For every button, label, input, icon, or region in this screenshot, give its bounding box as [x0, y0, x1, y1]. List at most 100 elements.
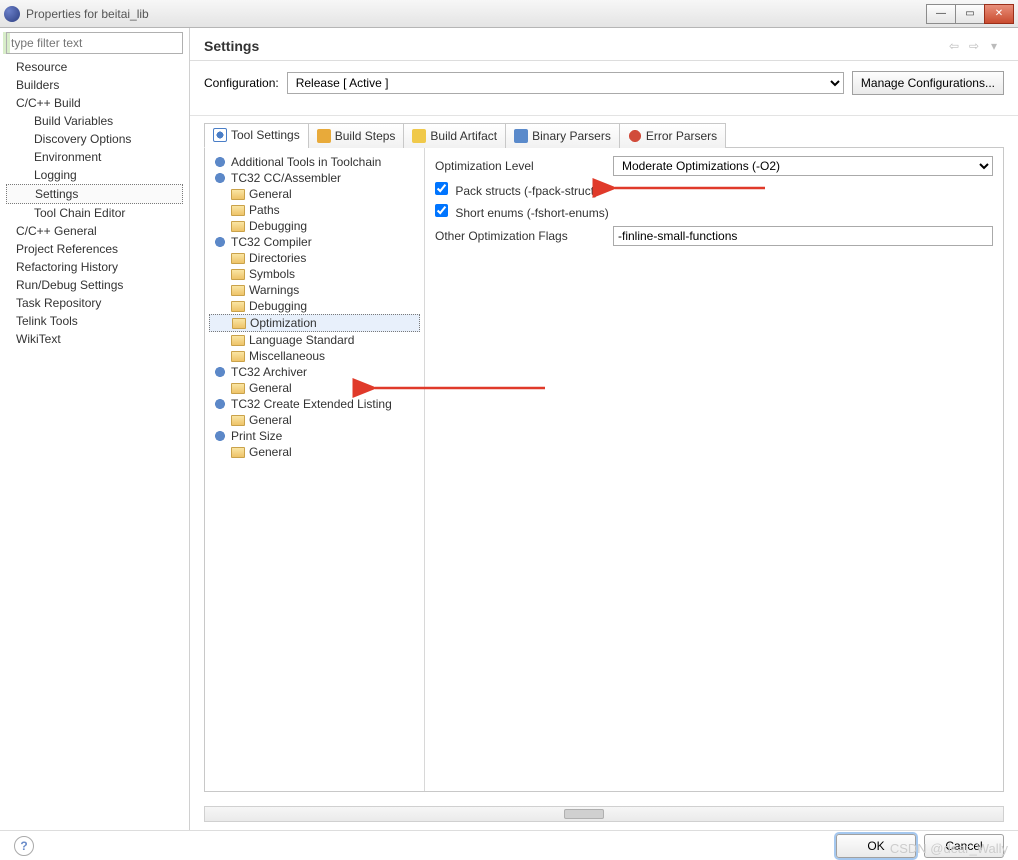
nav-item[interactable]: Builders — [6, 76, 183, 94]
left-pane: ResourceBuildersC/C++ BuildBuild Variabl… — [0, 28, 190, 830]
other-flags-label: Other Optimization Flags — [435, 229, 605, 243]
bottom-bar: ? OK Cancel — [0, 830, 1018, 860]
tab-binary-parsers[interactable]: Binary Parsers — [505, 123, 620, 148]
nav-item[interactable]: Project References — [6, 240, 183, 258]
tree-item-label: TC32 CC/Assembler — [231, 171, 341, 185]
pack-structs-label: Pack structs (-fpack-struct) — [455, 184, 598, 198]
nav-item[interactable]: Settings — [6, 184, 183, 204]
manage-configurations-button[interactable]: Manage Configurations... — [852, 71, 1004, 95]
folder-icon — [231, 269, 245, 280]
nav-item[interactable]: Run/Debug Settings — [6, 276, 183, 294]
tree-item-label: Warnings — [249, 283, 299, 297]
minimize-button[interactable]: — — [926, 4, 956, 24]
short-enums-checkbox-row[interactable]: Short enums (-fshort-enums) — [435, 204, 609, 220]
nav-item[interactable]: Tool Chain Editor — [6, 204, 183, 222]
tab-build-steps[interactable]: Build Steps — [308, 123, 405, 148]
tree-item-label: TC32 Archiver — [231, 365, 307, 379]
title-bar: Properties for beitai_lib — ▭ ✕ — [0, 0, 1018, 28]
tab-label: Build Artifact — [430, 129, 497, 143]
nav-item[interactable]: Task Repository — [6, 294, 183, 312]
nav-item[interactable]: Environment — [6, 148, 183, 166]
tree-item[interactable]: General — [209, 186, 420, 202]
tree-item[interactable]: TC32 CC/Assembler — [209, 170, 420, 186]
tree-item-label: Additional Tools in Toolchain — [231, 155, 381, 169]
tree-item-label: Optimization — [250, 316, 317, 330]
nav-item[interactable]: Refactoring History — [6, 258, 183, 276]
nav-item[interactable]: Discovery Options — [6, 130, 183, 148]
tree-item[interactable]: TC32 Compiler — [209, 234, 420, 250]
tree-item[interactable]: Paths — [209, 202, 420, 218]
tree-item[interactable]: General — [209, 444, 420, 460]
tree-item[interactable]: Additional Tools in Toolchain — [209, 154, 420, 170]
tool-settings-tree: Additional Tools in Toolchain TC32 CC/Ass… — [205, 148, 425, 791]
help-icon[interactable]: ? — [14, 836, 34, 856]
tab-label: Error Parsers — [646, 129, 717, 143]
nav-item[interactable]: C/C++ General — [6, 222, 183, 240]
tree-item[interactable]: Print Size — [209, 428, 420, 444]
tab-error-parsers[interactable]: Error Parsers — [619, 123, 726, 148]
menu-down-icon[interactable]: ▾ — [986, 39, 1002, 53]
gear-icon — [213, 171, 227, 185]
art-icon — [412, 129, 426, 143]
tree-item-label: Miscellaneous — [249, 349, 325, 363]
folder-icon — [232, 318, 246, 329]
folder-icon — [231, 205, 245, 216]
configuration-label: Configuration: — [204, 76, 279, 90]
short-enums-label: Short enums (-fshort-enums) — [455, 206, 608, 220]
filter-input[interactable] — [6, 32, 183, 54]
nav-item[interactable]: Logging — [6, 166, 183, 184]
tree-item[interactable]: Directories — [209, 250, 420, 266]
page-header: Settings ⇦ ⇨ ▾ — [190, 28, 1018, 61]
nav-item[interactable]: C/C++ Build — [6, 94, 183, 112]
folder-icon — [231, 415, 245, 426]
optimization-level-select[interactable]: Moderate Optimizations (-O2) — [613, 156, 993, 176]
back-icon[interactable]: ⇦ — [946, 39, 962, 53]
pack-structs-checkbox-row[interactable]: Pack structs (-fpack-struct) — [435, 182, 598, 198]
short-enums-checkbox[interactable] — [435, 204, 448, 217]
tree-item-label: Debugging — [249, 299, 307, 313]
nav-item[interactable]: Resource — [6, 58, 183, 76]
optimization-level-label: Optimization Level — [435, 159, 605, 173]
tree-item[interactable]: General — [209, 412, 420, 428]
tab-content: Additional Tools in Toolchain TC32 CC/Ass… — [204, 148, 1004, 792]
tree-item-label: Paths — [249, 203, 280, 217]
gear-icon — [213, 429, 227, 443]
nav-item[interactable]: Telink Tools — [6, 312, 183, 330]
tree-item-label: Language Standard — [249, 333, 354, 347]
tab-build-artifact[interactable]: Build Artifact — [403, 123, 506, 148]
folder-icon — [231, 351, 245, 362]
nav-item[interactable]: Build Variables — [6, 112, 183, 130]
other-flags-input[interactable] — [613, 226, 993, 246]
close-button[interactable]: ✕ — [984, 4, 1014, 24]
page-title: Settings — [204, 38, 944, 54]
tree-item[interactable]: Debugging — [209, 298, 420, 314]
tree-item[interactable]: Optimization — [209, 314, 420, 332]
tree-item-label: General — [249, 413, 292, 427]
pack-structs-checkbox[interactable] — [435, 182, 448, 195]
tree-item[interactable]: Language Standard — [209, 332, 420, 348]
configuration-select[interactable]: Release [ Active ] — [287, 72, 844, 94]
folder-icon — [231, 383, 245, 394]
tree-item-label: Print Size — [231, 429, 282, 443]
tree-item[interactable]: Debugging — [209, 218, 420, 234]
err-icon — [628, 129, 642, 143]
tab-label: Tool Settings — [231, 128, 300, 142]
tab-tool-settings[interactable]: Tool Settings — [204, 123, 309, 148]
watermark: CSDN @dear_Wally — [890, 841, 1008, 856]
forward-icon[interactable]: ⇨ — [966, 39, 982, 53]
nav-item[interactable]: WikiText — [6, 330, 183, 348]
gear-icon — [213, 397, 227, 411]
tree-item-label: Directories — [249, 251, 306, 265]
tree-item[interactable]: Miscellaneous — [209, 348, 420, 364]
bin-icon — [514, 129, 528, 143]
tree-item[interactable]: General — [209, 380, 420, 396]
tree-item[interactable]: TC32 Archiver — [209, 364, 420, 380]
maximize-button[interactable]: ▭ — [955, 4, 985, 24]
horizontal-scrollbar[interactable] — [204, 806, 1004, 822]
tree-item[interactable]: TC32 Create Extended Listing — [209, 396, 420, 412]
folder-icon — [231, 301, 245, 312]
tree-item[interactable]: Warnings — [209, 282, 420, 298]
folder-icon — [231, 285, 245, 296]
folder-icon — [231, 447, 245, 458]
tree-item[interactable]: Symbols — [209, 266, 420, 282]
